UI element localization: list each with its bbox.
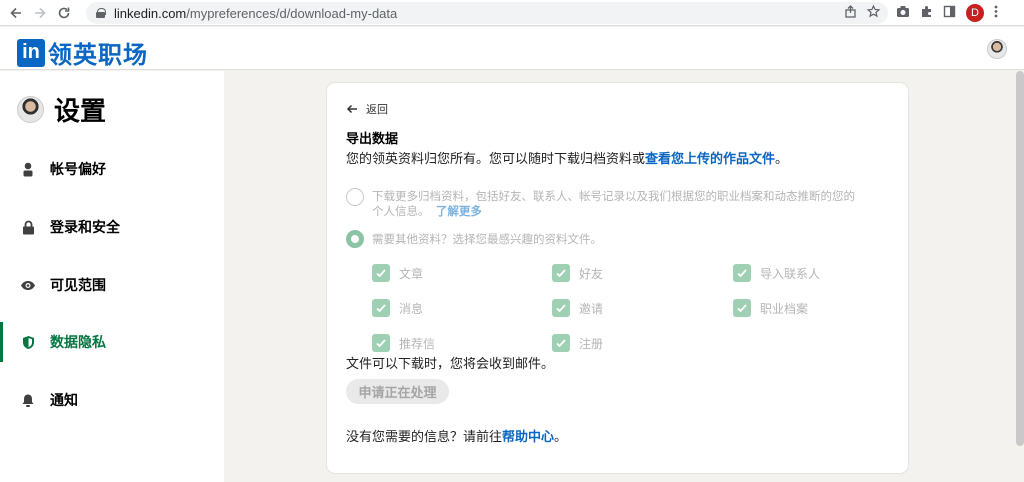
checkmark-icon — [733, 264, 751, 282]
star-icon[interactable] — [866, 4, 881, 21]
sidebar-item-label: 通知 — [50, 392, 78, 408]
checkmark-icon — [552, 334, 570, 352]
forward-arrow-icon[interactable] — [28, 1, 52, 25]
browser-toolbar: linkedin.com/mypreferences/d/download-my… — [0, 0, 1024, 26]
export-data-card: 返回 导出数据 您的领英资料归您所有。您可以随时下载归档资料或查看您上传的作品文… — [327, 83, 908, 473]
request-processing-button[interactable]: 申请正在处理 — [346, 379, 449, 404]
url-path: /mypreferences/d/download-my-data — [186, 5, 398, 21]
kebab-menu-icon[interactable] — [994, 5, 998, 21]
sidebar-item-label: 登录和安全 — [50, 219, 120, 235]
help-center-link[interactable]: 帮助中心 — [502, 429, 554, 444]
sidebar-item-visibility[interactable]: 可见范围 — [0, 265, 224, 305]
page-title: 设置 — [54, 96, 107, 126]
logo-text: 领英职场 — [48, 42, 148, 69]
checkmark-icon — [372, 299, 390, 317]
checkbox-label: 文章 — [399, 266, 424, 281]
site-header: in 领英职场 — [0, 27, 1024, 70]
checkbox-label: 推荐信 — [399, 336, 436, 351]
eye-icon — [20, 277, 36, 293]
option1-line2: 个人信息。 — [372, 206, 430, 218]
sidebar-item-label: 数据隐私 — [50, 334, 106, 350]
checkmark-icon — [552, 264, 570, 282]
checkbox-registration[interactable]: 注册 — [552, 334, 603, 352]
share-icon[interactable] — [844, 5, 857, 21]
help-end: 。 — [554, 429, 568, 444]
view-uploaded-files-link[interactable]: 查看您上传的作品文件 — [645, 151, 775, 166]
sidebar-item-data-privacy[interactable]: 数据隐私 — [0, 322, 224, 362]
address-bar[interactable]: linkedin.com/mypreferences/d/download-my… — [86, 2, 888, 24]
person-icon — [20, 161, 36, 177]
shield-icon — [20, 334, 36, 350]
checkmark-icon — [372, 264, 390, 282]
checkbox-label: 消息 — [399, 301, 424, 316]
option1-line1: 下载更多归档资料，包括好友、联系人、帐号记录以及我们根据您的职业档案和动态推断的… — [372, 191, 855, 203]
settings-sidebar: 设置 帐号偏好 登录和安全 可见范围 数据隐私 通知 — [0, 71, 224, 482]
checkbox-label: 注册 — [579, 336, 604, 351]
help-text: 没有您需要的信息？请前往帮助中心。 — [346, 426, 567, 445]
section-heading: 导出数据 — [346, 131, 399, 146]
linkedin-logo[interactable]: in 领英职场 — [17, 35, 148, 70]
sidebar-item-label: 可见范围 — [50, 277, 106, 293]
user-avatar[interactable] — [987, 39, 1007, 59]
settings-avatar — [17, 96, 44, 123]
checkbox-label: 好友 — [579, 266, 604, 281]
logo-in-mark: in — [17, 38, 45, 67]
checkbox-label: 导入联系人 — [760, 266, 821, 281]
radio-specific-files[interactable] — [346, 230, 364, 248]
reload-icon[interactable] — [52, 1, 76, 25]
back-label: 返回 — [366, 104, 388, 116]
back-link[interactable]: 返回 — [346, 101, 388, 117]
checkbox-label: 邀请 — [579, 301, 604, 316]
checkmark-icon — [552, 299, 570, 317]
checkbox-articles[interactable]: 文章 — [372, 264, 423, 282]
arrow-left-icon — [346, 102, 358, 117]
option-specific-files-text: 需要其他资料？选择您最感兴趣的资料文件。 — [372, 234, 602, 246]
sidebar-item-sign-in-security[interactable]: 登录和安全 — [0, 207, 224, 247]
radio-full-archive[interactable] — [346, 188, 364, 206]
sidebar-item-account-preferences[interactable]: 帐号偏好 — [0, 149, 224, 189]
bell-icon — [20, 392, 36, 408]
description-text: 您的领英资料归您所有。您可以随时下载归档资料或 — [346, 151, 646, 166]
help-prefix: 没有您需要的信息？请前往 — [346, 429, 503, 444]
camera-icon[interactable] — [896, 5, 910, 21]
profile-avatar[interactable]: D — [966, 4, 984, 22]
notify-text: 文件可以下载时，您将会收到邮件。 — [346, 356, 555, 371]
url-host: linkedin.com — [114, 5, 187, 21]
extensions-icon[interactable] — [920, 5, 933, 21]
checkmark-icon — [372, 334, 390, 352]
learn-more-link[interactable]: 了解更多 — [436, 206, 482, 218]
checkbox-imported-contacts[interactable]: 导入联系人 — [733, 264, 820, 282]
checkbox-recommendations[interactable]: 推荐信 — [372, 334, 435, 352]
checkbox-messages[interactable]: 消息 — [372, 299, 423, 317]
side-panel-icon[interactable] — [943, 5, 956, 21]
sidebar-item-notifications[interactable]: 通知 — [0, 380, 224, 420]
checkbox-label: 职业档案 — [760, 301, 809, 316]
checkbox-connections[interactable]: 好友 — [552, 264, 603, 282]
description-end: 。 — [775, 151, 789, 166]
option-full-archive-text: 下载更多归档资料，包括好友、联系人、帐号记录以及我们根据您的职业档案和动态推断的… — [372, 190, 892, 220]
checkmark-icon — [733, 299, 751, 317]
back-arrow-icon[interactable] — [4, 1, 28, 25]
lock-icon — [96, 8, 106, 18]
checkbox-profile[interactable]: 职业档案 — [733, 299, 808, 317]
page-scrollbar[interactable] — [1016, 71, 1024, 446]
checkbox-invitations[interactable]: 邀请 — [552, 299, 603, 317]
lock-icon — [20, 219, 36, 235]
section-description: 您的领英资料归您所有。您可以随时下载归档资料或查看您上传的作品文件。 — [346, 148, 788, 167]
sidebar-item-label: 帐号偏好 — [50, 161, 106, 177]
